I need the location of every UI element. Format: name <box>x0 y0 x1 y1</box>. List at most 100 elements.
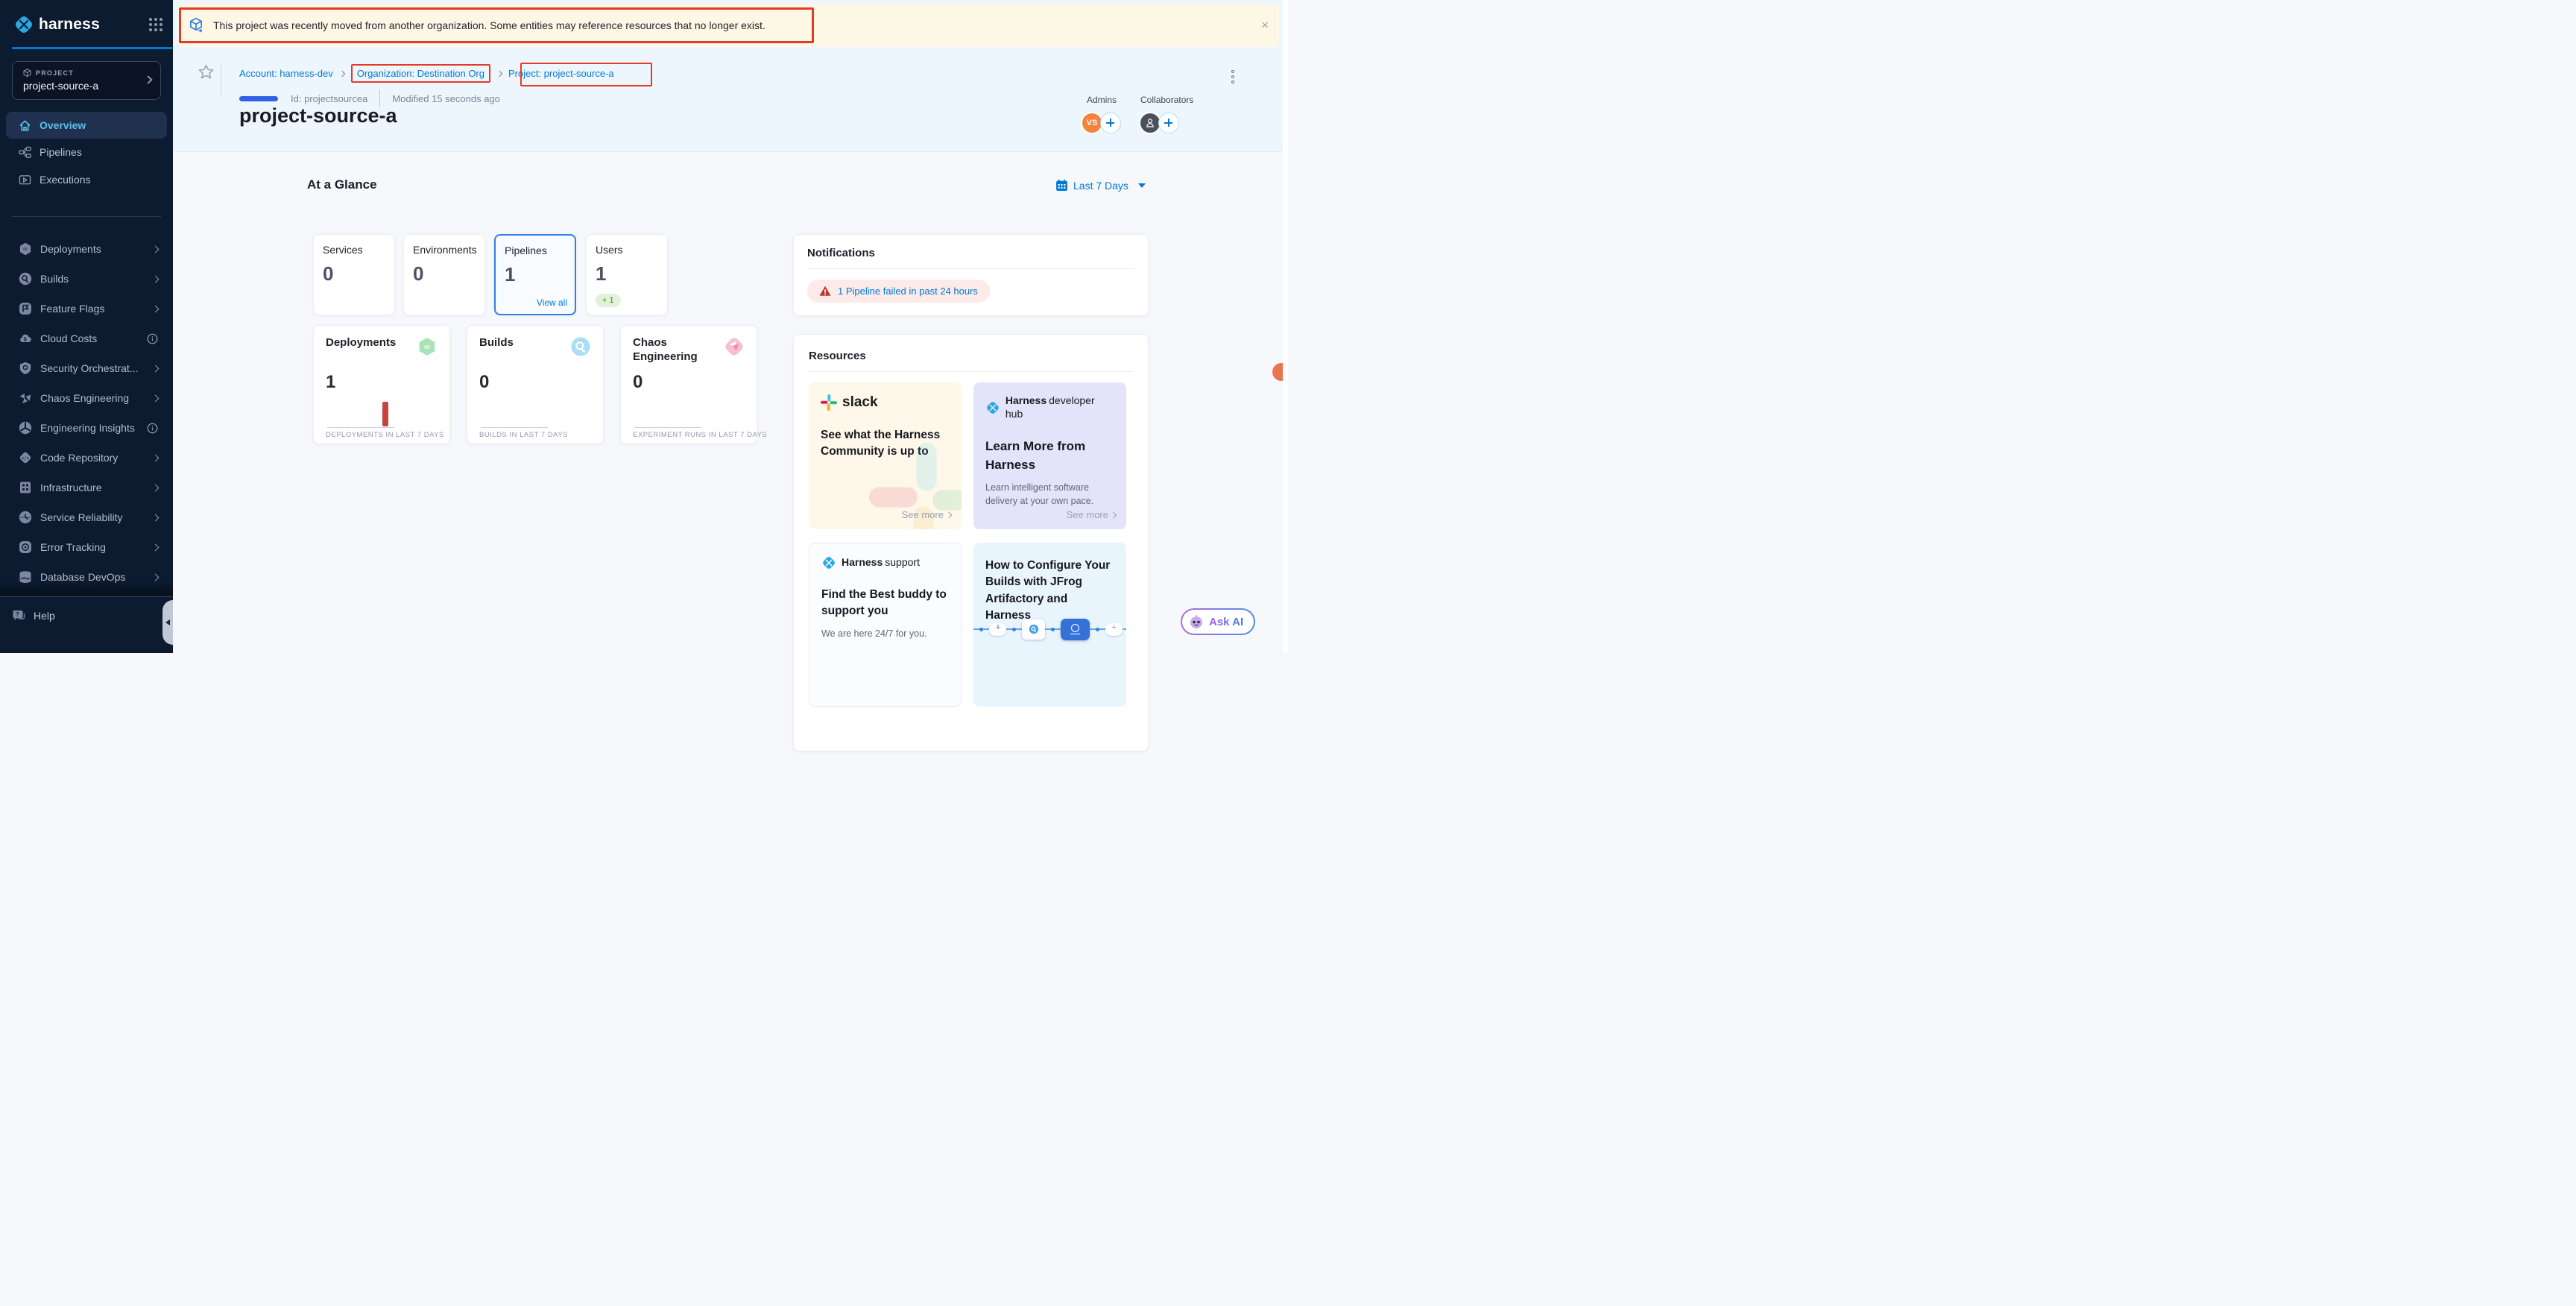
stat-value: 0 <box>413 262 476 286</box>
kebab-menu-icon[interactable] <box>1228 67 1237 86</box>
chevron-right-icon <box>152 245 160 253</box>
sidebar-item-service-reliability[interactable]: Service Reliability <box>6 502 167 532</box>
help-button[interactable]: ? Help <box>12 609 55 622</box>
caret-down-icon <box>1138 183 1146 188</box>
sidebar-item-security-orchestration[interactable]: Security Orchestrat... <box>6 353 167 383</box>
banner-close-icon[interactable]: × <box>1261 19 1269 31</box>
panel-divider <box>807 268 1134 269</box>
metric-caption: DEPLOYMENTS IN LAST 7 DAYS <box>326 431 444 439</box>
chaos-engineering-icon <box>19 391 32 405</box>
stat-label: Environments <box>413 244 476 256</box>
chaos-sparkline <box>634 400 701 428</box>
chevron-right-icon <box>946 511 952 517</box>
breadcrumb-account[interactable]: Account: harness-dev <box>239 68 333 79</box>
infrastructure-icon <box>19 481 32 494</box>
scrollbar-track[interactable] <box>1283 0 1288 653</box>
stat-card-users[interactable]: Users 1 + 1 <box>586 234 668 315</box>
resource-headline: Find the Best buddy to support you <box>821 587 949 620</box>
sidebar-item-label: Chaos Engineering <box>40 392 129 404</box>
resource-card-jfrog-tutorial[interactable]: How to Configure Your Builds with JFrog … <box>973 543 1126 707</box>
stat-label: Pipelines <box>505 245 566 256</box>
sidebar-item-pipelines[interactable]: Pipelines <box>6 139 167 165</box>
stat-value: 0 <box>323 262 385 286</box>
date-range-selector[interactable]: Last 7 Days <box>1055 179 1146 192</box>
resources-panel: Resources slack See what the Harness Com… <box>793 334 1149 751</box>
sidebar-item-error-tracking[interactable]: Error Tracking <box>6 532 167 562</box>
stat-label: Users <box>596 244 658 256</box>
harness-logo-icon <box>13 14 34 35</box>
sidebar-item-infrastructure[interactable]: Infrastructure <box>6 473 167 502</box>
sidebar-item-code-repository[interactable]: </> Code Repository <box>6 443 167 473</box>
project-color-pill[interactable] <box>239 96 278 101</box>
chevron-right-icon <box>152 454 160 461</box>
slack-icon <box>821 394 837 411</box>
add-admin-button[interactable] <box>1100 113 1121 133</box>
calendar-icon <box>1055 179 1068 192</box>
ask-ai-button[interactable]: Ask AI <box>1181 608 1255 635</box>
deployments-metric-icon: ∞ <box>417 336 438 357</box>
resource-card-slack[interactable]: slack See what the Harness Community is … <box>809 382 962 529</box>
sidebar-item-engineering-insights[interactable]: Engineering Insights <box>6 413 167 443</box>
engineering-insights-icon <box>19 421 32 435</box>
help-chat-icon: ? <box>12 609 26 622</box>
sidebar-item-label: Security Orchestrat... <box>40 362 138 374</box>
pipeline-illustration <box>973 614 1126 644</box>
sidebar-item-label: Deployments <box>40 243 101 255</box>
breadcrumb-project[interactable]: Project: project-source-a <box>508 68 614 79</box>
sidebar-item-deployments[interactable]: ∞ Deployments <box>6 234 167 264</box>
metric-value: 0 <box>479 372 489 393</box>
sidebar-item-label: Overview <box>40 119 86 131</box>
sidebar-item-label: Cloud Costs <box>40 332 97 344</box>
pipeline-selected-node <box>1061 619 1090 640</box>
add-collaborator-button[interactable] <box>1158 113 1179 133</box>
stat-label: Services <box>323 244 385 256</box>
sidebar-item-label: Service Reliability <box>40 511 122 523</box>
svg-text:∞: ∞ <box>423 341 431 352</box>
chevron-right-icon <box>1111 511 1117 517</box>
metric-card-chaos-engineering[interactable]: Chaos Engineering 0 EXPERIMENT RUNS IN L… <box>620 325 757 444</box>
resource-card-support[interactable]: Harnesssupport Find the Best buddy to su… <box>809 543 962 707</box>
pipeline-failed-alert[interactable]: 1 Pipeline failed in past 24 hours <box>807 280 990 303</box>
resource-card-developer-hub[interactable]: Harnessdeveloper hub Learn More from Har… <box>973 382 1126 529</box>
view-all-link[interactable]: View all <box>537 297 567 308</box>
sidebar-footer: ? Help <box>0 596 173 653</box>
project-selector-label: PROJECT <box>36 69 74 77</box>
shield-icon <box>19 362 32 375</box>
chevron-right-icon <box>152 394 160 402</box>
metric-card-builds[interactable]: Builds 0 BUILDS IN LAST 7 DAYS <box>467 325 604 444</box>
sidebar-item-feature-flags[interactable]: Feature Flags <box>6 294 167 324</box>
builds-sparkline <box>481 400 548 428</box>
feature-flags-icon <box>19 302 32 315</box>
slack-brand: slack <box>842 394 878 411</box>
cube-icon <box>23 69 31 78</box>
sidebar-collapse-handle[interactable] <box>162 600 173 645</box>
see-more-link[interactable]: See more <box>902 509 951 520</box>
pipelines-icon <box>19 146 31 159</box>
sidebar-item-label: Pipelines <box>40 146 82 158</box>
svg-text:?: ? <box>16 611 19 618</box>
resources-heading: Resources <box>809 350 1133 362</box>
sidebar-item-builds[interactable]: Builds <box>6 264 167 294</box>
alert-link: 1 Pipeline failed in past 24 hours <box>838 286 978 297</box>
sidebar-item-overview[interactable]: Overview <box>6 112 167 139</box>
breadcrumb-organization[interactable]: Organization: Destination Org <box>351 64 490 83</box>
warning-icon <box>819 286 831 297</box>
sidebar-item-cloud-costs[interactable]: $ Cloud Costs <box>6 324 167 353</box>
project-selector[interactable]: PROJECT project-source-a <box>12 61 161 100</box>
stat-card-pipelines[interactable]: Pipelines 1 View all <box>494 234 576 315</box>
app-switcher-icon[interactable] <box>149 18 162 31</box>
chevron-right-icon <box>152 365 160 372</box>
metric-card-deployments[interactable]: Deployments ∞ 1 DEPLOYMENTS IN LAST 7 DA… <box>313 325 450 444</box>
ask-ai-label: Ask AI <box>1209 616 1243 628</box>
sidebar-item-label: Engineering Insights <box>40 422 135 434</box>
stat-card-services[interactable]: Services 0 <box>313 234 395 315</box>
moved-project-banner: This project was recently moved from ano… <box>177 4 1279 47</box>
sidebar-item-executions[interactable]: Executions <box>6 166 167 193</box>
stat-card-environments[interactable]: Environments 0 <box>403 234 485 315</box>
see-more-link[interactable]: See more <box>1067 509 1116 520</box>
favorite-star-icon[interactable] <box>198 64 214 83</box>
deployments-sparkline <box>327 400 394 428</box>
sidebar-item-chaos-engineering[interactable]: Chaos Engineering <box>6 383 167 413</box>
info-icon <box>147 423 158 434</box>
chevron-right-icon <box>152 573 160 581</box>
